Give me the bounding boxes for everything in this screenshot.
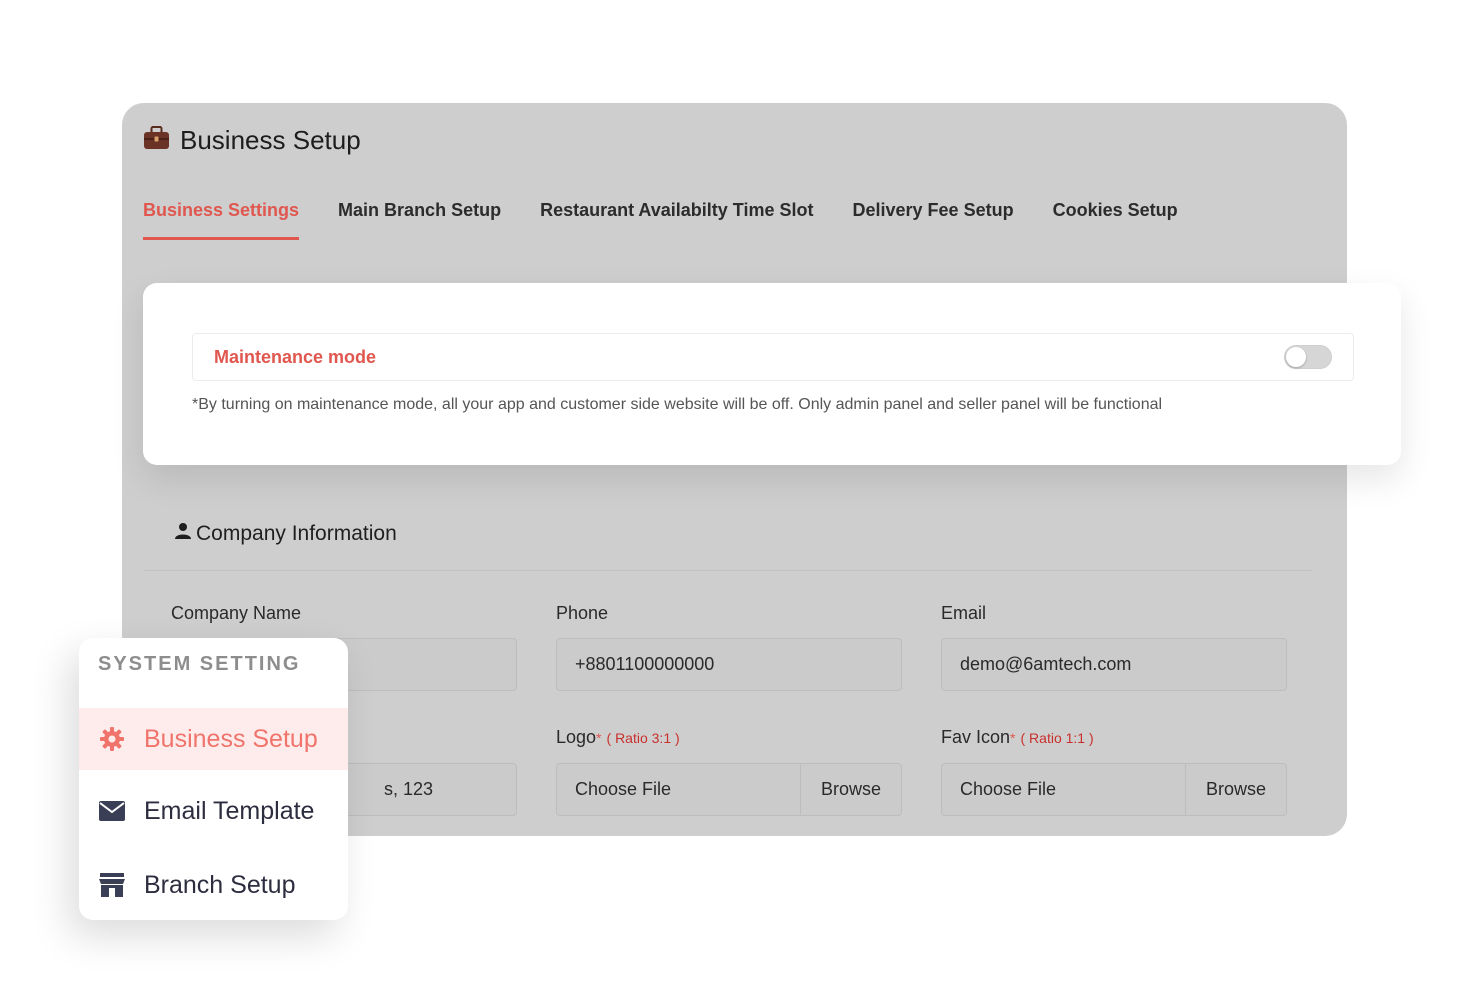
company-info-heading: Company Information xyxy=(174,522,397,546)
system-setting-menu: SYSTEM SETTING Business Setup Email Temp… xyxy=(79,638,348,920)
company-info-title: Company Information xyxy=(196,522,397,545)
tab-business-settings[interactable]: Business Settings xyxy=(143,200,300,240)
store-icon xyxy=(98,871,126,899)
settings-tabs: Business Settings Main Branch Setup Rest… xyxy=(143,200,1178,240)
logo-label-text: Logo xyxy=(556,727,597,747)
page-header: Business Setup xyxy=(143,125,361,156)
page-title: Business Setup xyxy=(180,125,361,155)
logo-browse-button[interactable]: Browse xyxy=(800,764,901,815)
maintenance-row: Maintenance mode xyxy=(192,333,1354,381)
menu-item-label: Email Template xyxy=(144,796,315,825)
phone-label: Phone xyxy=(556,603,609,623)
section-divider xyxy=(144,570,1312,571)
system-setting-title: SYSTEM SETTING xyxy=(98,653,301,675)
fav-icon-ratio: ( Ratio 1:1 ) xyxy=(1020,730,1094,746)
fav-icon-label: Fav Icon* ( Ratio 1:1 ) xyxy=(941,727,1094,748)
tab-delivery-fee-setup[interactable]: Delivery Fee Setup xyxy=(853,200,1014,240)
logo-required-mark: * xyxy=(596,730,602,746)
email-label: Email xyxy=(941,603,987,623)
logo-file-input[interactable]: Choose File Browse xyxy=(556,763,902,816)
email-input[interactable]: demo@6amtech.com xyxy=(941,638,1287,691)
menu-item-email-template[interactable]: Email Template xyxy=(79,780,348,842)
menu-item-business-setup[interactable]: Business Setup xyxy=(79,708,348,770)
menu-item-label: Branch Setup xyxy=(144,870,296,899)
envelope-icon xyxy=(98,797,126,825)
gear-icon xyxy=(98,725,126,753)
phone-input[interactable]: +8801100000000 xyxy=(556,638,902,691)
fav-icon-browse-button[interactable]: Browse xyxy=(1185,764,1286,815)
maintenance-note: *By turning on maintenance mode, all you… xyxy=(192,396,1163,413)
menu-item-label: Business Setup xyxy=(144,724,318,753)
logo-choose-file[interactable]: Choose File xyxy=(557,764,800,815)
company-name-label: Company Name xyxy=(171,603,302,623)
screen: Business Setup Business Settings Main Br… xyxy=(0,0,1468,992)
tab-restaurant-availability-time-slot[interactable]: Restaurant Availabilty Time Slot xyxy=(540,200,813,240)
briefcase-icon xyxy=(143,125,170,156)
tab-main-branch-setup[interactable]: Main Branch Setup xyxy=(338,200,501,240)
user-icon xyxy=(174,522,192,546)
fav-icon-required-mark: * xyxy=(1010,730,1016,746)
logo-label: Logo* ( Ratio 3:1 ) xyxy=(556,727,680,748)
fav-icon-choose-file[interactable]: Choose File xyxy=(942,764,1185,815)
maintenance-label: Maintenance mode xyxy=(214,347,377,367)
toggle-knob xyxy=(1286,347,1306,367)
fav-icon-label-text: Fav Icon xyxy=(941,727,1011,747)
menu-item-branch-setup[interactable]: Branch Setup xyxy=(79,854,348,916)
maintenance-toggle[interactable] xyxy=(1284,345,1332,369)
fav-icon-file-input[interactable]: Choose File Browse xyxy=(941,763,1287,816)
maintenance-card: Maintenance mode *By turning on maintena… xyxy=(143,283,1401,465)
tab-cookies-setup[interactable]: Cookies Setup xyxy=(1053,200,1178,240)
logo-ratio: ( Ratio 3:1 ) xyxy=(606,730,680,746)
